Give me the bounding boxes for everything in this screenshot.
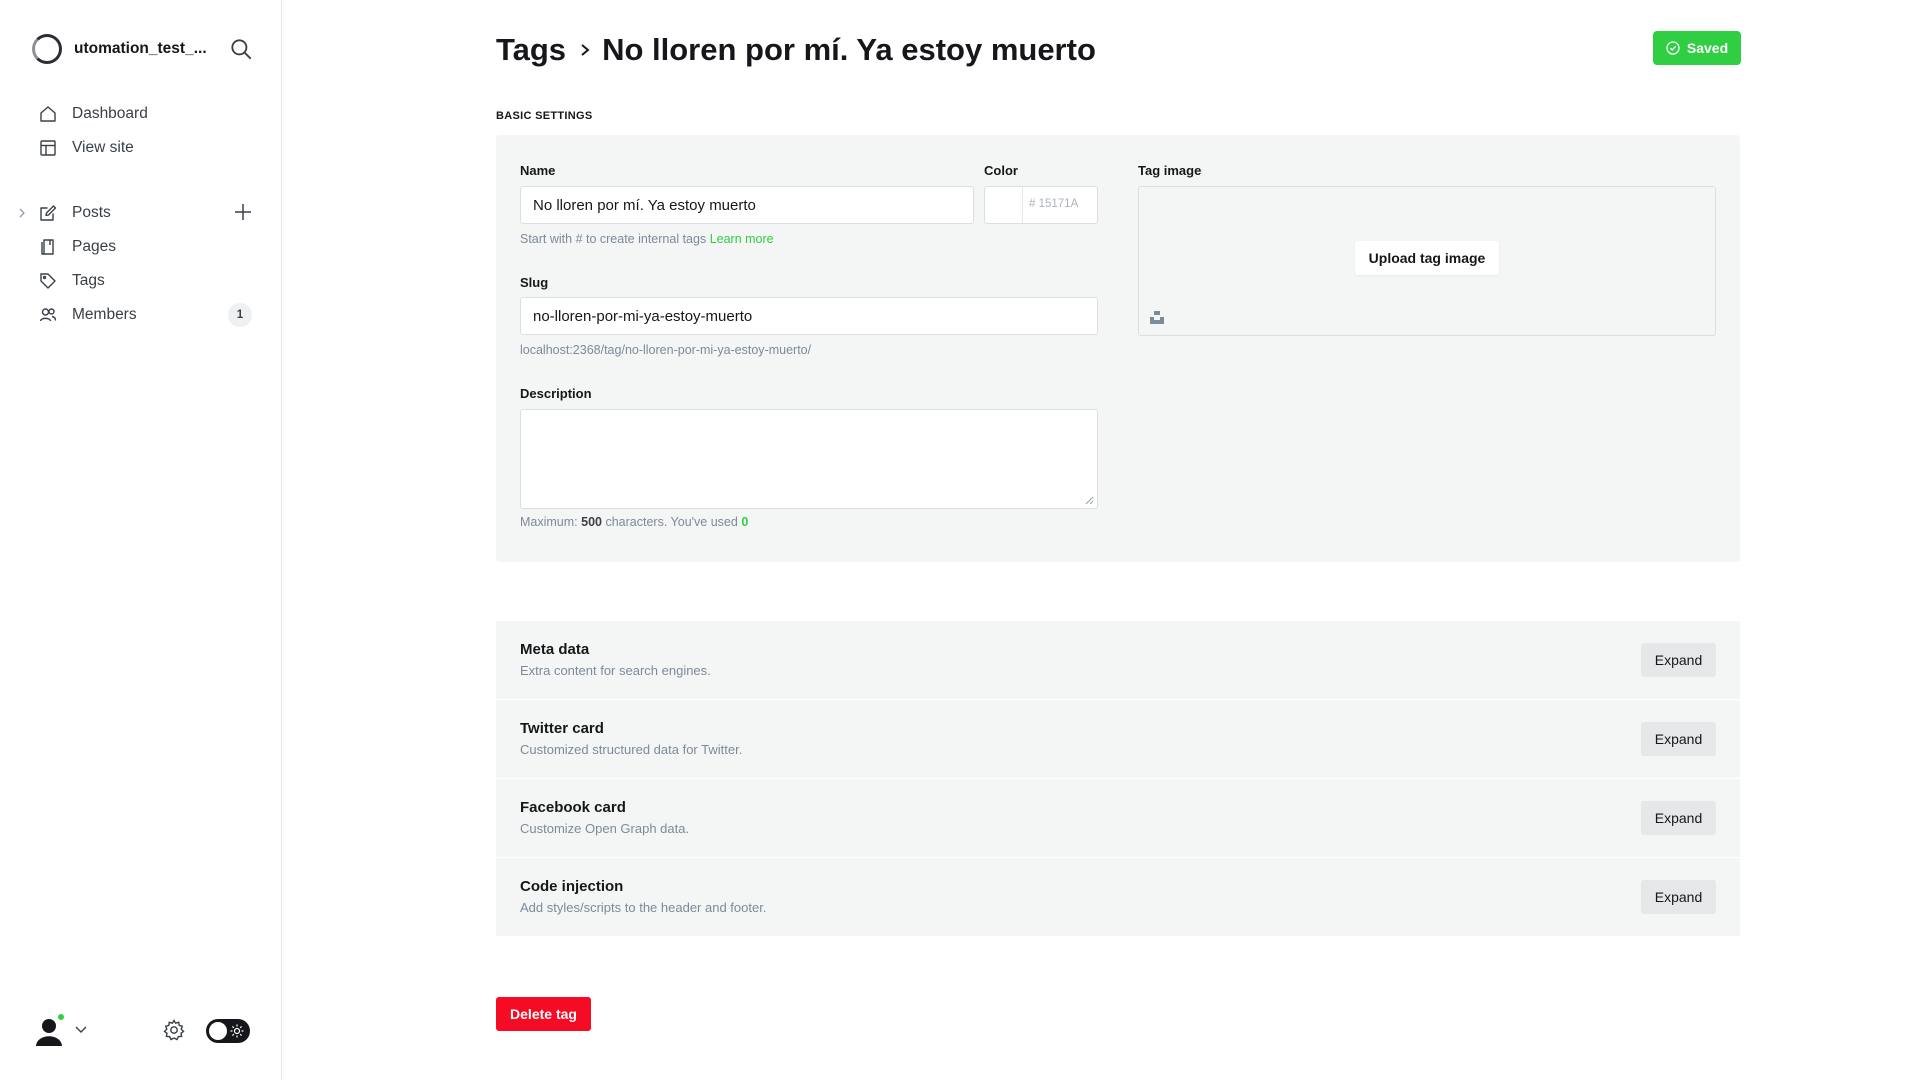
tag-image-dropzone[interactable]: Upload tag image [1138, 186, 1716, 336]
chevron-right-icon[interactable] [16, 206, 28, 220]
sidebar-item-label: Members [72, 306, 137, 323]
name-input[interactable] [520, 186, 974, 224]
description-hint-prefix: Maximum: [520, 515, 578, 529]
accordion-code-injection: Code injection Add styles/scripts to the… [496, 858, 1740, 936]
tag-icon [40, 273, 56, 289]
accordion-title: Code injection [520, 878, 624, 895]
sidebar-item-tags[interactable]: Tags [38, 268, 254, 294]
accordion-title: Facebook card [520, 799, 626, 816]
unsplash-icon[interactable] [1149, 309, 1165, 325]
color-hex-input[interactable]: # 15171A [1029, 198, 1078, 210]
sidebar-item-view-site[interactable]: View site [38, 135, 254, 161]
learn-more-link[interactable]: Learn more [710, 232, 774, 246]
breadcrumb: Tags No lloren por mí. Ya estoy muerto [496, 30, 1096, 70]
description-label: Description [520, 386, 592, 401]
description-textarea[interactable] [520, 409, 1098, 509]
sidebar: utomation_test_... Dashboard View site P… [0, 0, 282, 1080]
search-icon[interactable] [228, 36, 254, 62]
sidebar-item-pages[interactable]: Pages [38, 234, 254, 260]
save-button-label: Saved [1686, 40, 1729, 56]
resize-grip-icon[interactable] [1084, 495, 1094, 505]
accordion-description: Customized structured data for Twitter. [520, 742, 743, 757]
add-post-icon[interactable] [232, 201, 254, 223]
accordion-description: Customize Open Graph data. [520, 821, 690, 836]
delete-tag-button[interactable]: Delete tag [496, 997, 591, 1031]
accordion-twitter-card: Twitter card Customized structured data … [496, 700, 1740, 778]
accordion-title: Meta data [520, 641, 590, 658]
accordion-description: Extra content for search engines. [520, 663, 711, 678]
upload-tag-image-button[interactable]: Upload tag image [1355, 241, 1499, 275]
site-header: utomation_test_... [32, 34, 254, 64]
members-count-badge: 1 [228, 303, 252, 327]
sidebar-item-label: View site [72, 139, 134, 156]
expand-meta-data-button[interactable]: Expand [1641, 643, 1716, 677]
slug-input[interactable] [520, 297, 1098, 335]
breadcrumb-tags-link[interactable]: Tags [496, 32, 566, 68]
sidebar-item-members[interactable]: Members 1 [38, 302, 254, 328]
check-circle-icon [1666, 41, 1680, 55]
color-picker[interactable]: # 15171A [984, 186, 1098, 224]
name-hint: Start with # to create internal tags Lea… [520, 232, 774, 246]
save-button[interactable]: Saved [1653, 31, 1741, 65]
toggle-knob [209, 1022, 227, 1040]
color-swatch[interactable] [985, 187, 1023, 223]
tag-image-label: Tag image [1138, 163, 1202, 178]
section-title-basic-settings: BASIC SETTINGS [496, 110, 593, 122]
chevron-down-icon[interactable] [74, 1024, 88, 1036]
pencil-icon [40, 205, 57, 221]
members-icon [39, 308, 57, 322]
layout-icon [40, 140, 56, 156]
sun-icon [230, 1024, 244, 1038]
online-status-dot [56, 1012, 66, 1022]
home-icon [40, 106, 56, 122]
color-label: Color [984, 163, 1018, 178]
sidebar-item-posts[interactable]: Posts [19, 200, 254, 226]
chevron-right-icon [581, 44, 590, 56]
sidebar-item-label: Pages [72, 238, 116, 255]
slug-label: Slug [520, 275, 549, 290]
sidebar-item-label: Dashboard [72, 105, 148, 122]
gear-icon[interactable] [162, 1018, 186, 1042]
description-hint-mid: characters. You've used [605, 515, 738, 529]
expand-facebook-card-button[interactable]: Expand [1641, 801, 1716, 835]
sidebar-item-label: Tags [72, 272, 105, 289]
accordion-facebook-card: Facebook card Customize Open Graph data.… [496, 779, 1740, 857]
page-title: No lloren por mí. Ya estoy muerto [602, 32, 1096, 67]
sidebar-footer [32, 1010, 254, 1050]
name-label: Name [520, 163, 556, 178]
description-used-count: 0 [741, 515, 749, 529]
basic-settings-panel: Name Start with # to create internal tag… [496, 135, 1740, 562]
description-hint: Maximum: 500 characters. You've used 0 [520, 515, 748, 529]
accordion-description: Add styles/scripts to the header and foo… [520, 900, 767, 915]
accordion-meta-data: Meta data Extra content for search engin… [496, 621, 1740, 699]
description-max-count: 500 [581, 515, 602, 529]
sidebar-item-dashboard[interactable]: Dashboard [38, 101, 254, 127]
name-hint-text: Start with # to create internal tags [520, 232, 707, 246]
expand-twitter-card-button[interactable]: Expand [1641, 722, 1716, 756]
dark-mode-toggle[interactable] [206, 1019, 250, 1043]
site-name[interactable]: utomation_test_... [74, 40, 210, 58]
slug-url: localhost:2368/tag/no-lloren-por-mi-ya-e… [520, 343, 812, 357]
sidebar-item-label: Posts [72, 204, 111, 221]
expand-code-injection-button[interactable]: Expand [1641, 880, 1716, 914]
site-logo-icon[interactable] [32, 34, 62, 64]
accordion-title: Twitter card [520, 720, 604, 737]
page-icon [41, 239, 54, 255]
